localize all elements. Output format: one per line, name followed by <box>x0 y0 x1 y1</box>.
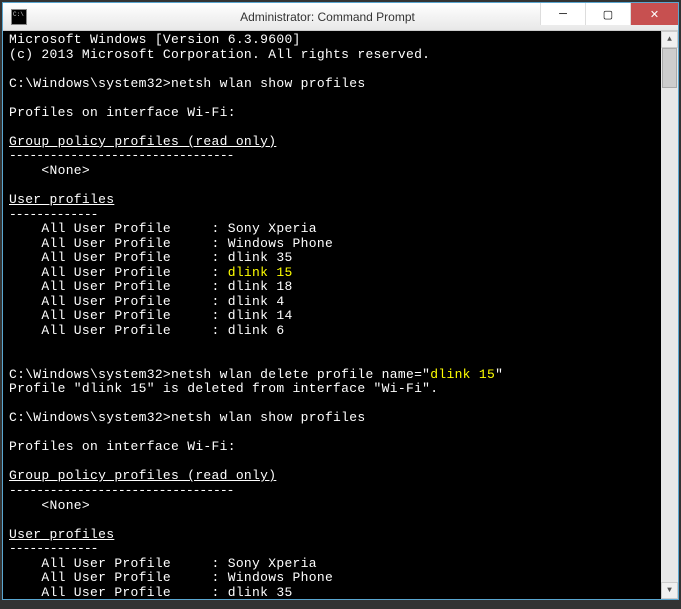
command: " <box>495 367 503 382</box>
os-version: Microsoft Windows [Version 6.3.9600] <box>9 32 301 47</box>
vertical-scrollbar[interactable]: ▲ ▼ <box>661 31 678 599</box>
minimize-button[interactable]: ─ <box>540 3 585 25</box>
profile-row: All User Profile : <box>9 265 228 280</box>
profile-row: All User Profile : Windows Phone <box>9 570 333 585</box>
result-line: Profile "dlink 15" is deleted from inter… <box>9 381 438 396</box>
profile-row: All User Profile : dlink 35 <box>9 250 293 265</box>
profile-row: All User Profile : dlink 4 <box>9 294 284 309</box>
profile-row: All User Profile : dlink 6 <box>9 323 284 338</box>
command: netsh wlan show profiles <box>171 410 365 425</box>
divider: ------------- <box>9 207 97 222</box>
profile-row: All User Profile : dlink 14 <box>9 308 293 323</box>
scroll-down-button[interactable]: ▼ <box>661 582 678 599</box>
terminal-area: Microsoft Windows [Version 6.3.9600] (c)… <box>3 31 678 599</box>
profile-row: All User Profile : Sony Xperia <box>9 221 317 236</box>
profile-row: All User Profile : Windows Phone <box>9 236 333 251</box>
window-controls: ─ ▢ ✕ <box>540 3 678 30</box>
command-arg: dlink 15 <box>430 367 495 382</box>
none-item: <None> <box>9 498 90 513</box>
group-title: Group policy profiles (read only) <box>9 468 276 483</box>
scroll-thumb[interactable] <box>662 48 677 88</box>
profile-row: All User Profile : dlink 35 <box>9 585 293 599</box>
scroll-track[interactable] <box>661 48 678 582</box>
none-item: <None> <box>9 163 90 178</box>
section-header: Profiles on interface Wi-Fi: <box>9 439 236 454</box>
section-header: Profiles on interface Wi-Fi: <box>9 105 236 120</box>
prompt: C:\Windows\system32> <box>9 410 171 425</box>
divider: ------------- <box>9 541 97 556</box>
app-icon <box>11 9 27 25</box>
divider: --------------------------------- <box>9 483 233 498</box>
copyright: (c) 2013 Microsoft Corporation. All righ… <box>9 47 430 62</box>
group-title: Group policy profiles (read only) <box>9 134 276 149</box>
titlebar[interactable]: Administrator: Command Prompt ─ ▢ ✕ <box>3 3 678 31</box>
terminal-output[interactable]: Microsoft Windows [Version 6.3.9600] (c)… <box>3 31 661 599</box>
command: netsh wlan delete profile name=" <box>171 367 430 382</box>
user-title: User profiles <box>9 527 114 542</box>
command-prompt-window: Administrator: Command Prompt ─ ▢ ✕ Micr… <box>2 2 679 600</box>
profile-row: All User Profile : Sony Xperia <box>9 556 317 571</box>
prompt: C:\Windows\system32> <box>9 76 171 91</box>
highlighted-profile: dlink 15 <box>228 265 293 280</box>
command: netsh wlan show profiles <box>171 76 365 91</box>
close-button[interactable]: ✕ <box>630 3 678 25</box>
divider: --------------------------------- <box>9 148 233 163</box>
prompt: C:\Windows\system32> <box>9 367 171 382</box>
scroll-up-button[interactable]: ▲ <box>661 31 678 48</box>
maximize-button[interactable]: ▢ <box>585 3 630 25</box>
user-title: User profiles <box>9 192 114 207</box>
profile-row: All User Profile : dlink 18 <box>9 279 293 294</box>
